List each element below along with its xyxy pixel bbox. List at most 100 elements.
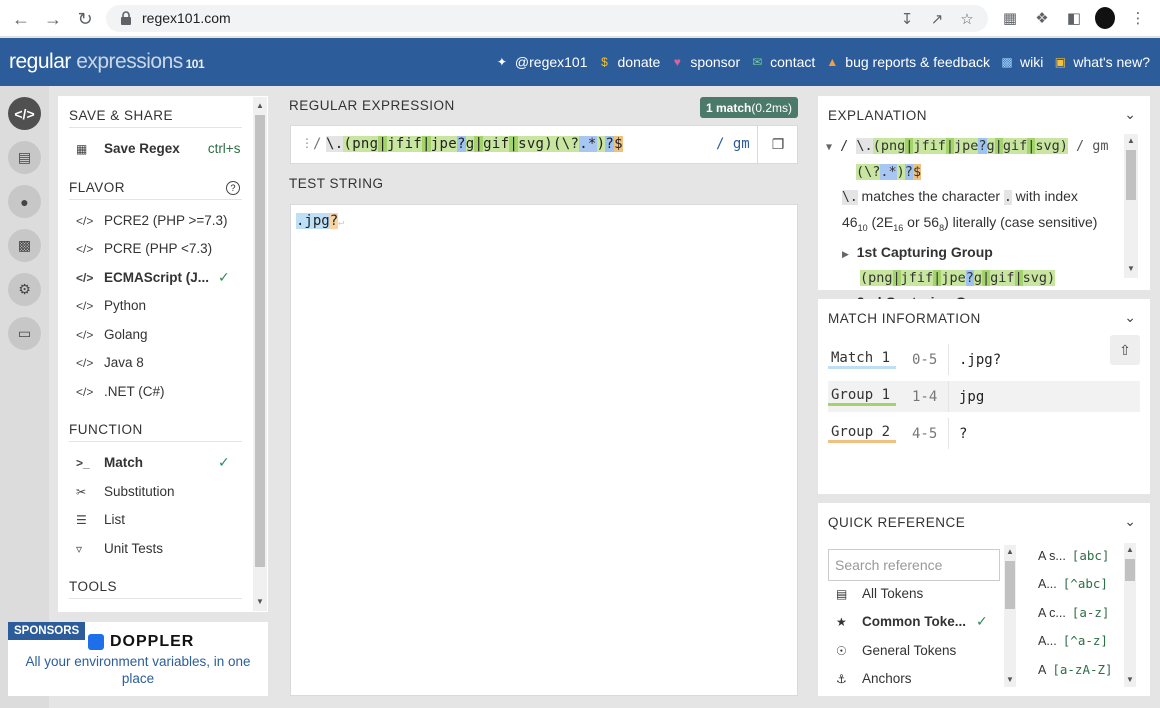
install-icon[interactable]: ↧ [898,10,916,28]
chevron-down-icon[interactable]: ⌄ [1124,309,1136,326]
flavor-pcre[interactable]: </> PCRE (PHP <7.3) [76,241,212,256]
save-share-title: SAVE & SHARE [69,108,174,123]
share-page-icon[interactable]: ↗ [928,10,946,28]
list-icon: ☰ [76,512,87,527]
regex-input[interactable]: ⋮ / \.(png|jfif|jpe?g|gif|svg)(\?.*)?$ /… [290,125,798,164]
explanation-scrollbar[interactable]: ▲ ▼ [1124,134,1138,278]
scroll-up-icon[interactable]: ▲ [1126,545,1134,554]
site-logo[interactable]: regular expressions 101 [9,50,205,74]
categories-scrollbar[interactable]: ▲ ▼ [1004,545,1016,687]
flavor-title: FLAVOR [69,180,126,195]
scroll-down-icon[interactable]: ▼ [1006,675,1014,684]
nav-bug-reports[interactable]: ▲ bug reports & feedback [825,54,990,70]
token-item[interactable]: A... [^a-z] [1038,633,1118,648]
group-row[interactable]: Group 1 1-4 jpg [828,381,1140,412]
sponsor-box[interactable]: SPONSORS DOPPLER All your environment va… [8,622,268,696]
nav-whats-new[interactable]: ▣ what's new? [1053,54,1150,70]
library-icon[interactable]: ▤ [8,141,41,174]
function-match[interactable]: >_ Match [76,455,143,470]
flavor-python[interactable]: </> Python [76,298,146,313]
back-icon[interactable]: ← [8,6,34,32]
extensions-puzzle-icon[interactable]: ❖ [1032,8,1052,28]
url-text: regex101.com [142,10,231,26]
function-unit-tests[interactable]: ▿ Unit Tests [76,541,163,556]
regex-flags[interactable]: / gm [716,136,750,152]
nav-wiki[interactable]: ▩ wiki [1000,54,1043,70]
sponsors-tag: SPONSORS [8,622,86,640]
nav-sponsor[interactable]: ♥ sponsor [670,54,740,70]
copy-icon[interactable]: ❐ [757,126,798,163]
flavor-golang[interactable]: </> Golang [76,327,148,342]
address-bar[interactable]: regex101.com ↧ ↗ ☆ [106,5,988,32]
chevron-down-icon[interactable]: ⌄ [1124,513,1136,530]
regex-delimiter: / [313,136,322,152]
expand-icon[interactable]: ▶ [842,249,849,259]
scroll-thumb[interactable] [1125,559,1135,581]
site-header: regular expressions 101 ✦ @regex101 $ dona… [0,38,1160,86]
scroll-thumb[interactable] [255,115,265,567]
explanation-group1[interactable]: ▶ 1st Capturing Group [826,240,1124,266]
side-scrollbar[interactable]: ▲ ▼ [253,97,267,611]
scroll-up-icon[interactable]: ▲ [1006,547,1014,556]
test-string-input[interactable]: .jpg?↵ [290,204,798,696]
nav-contact[interactable]: ✉ contact [750,54,815,70]
function-title: FUNCTION [69,422,143,437]
drag-handle-icon[interactable]: ⋮ [301,136,313,150]
code-icon: </> [76,384,94,399]
quiz-game-icon[interactable]: ▩ [8,229,41,262]
category-all-tokens[interactable]: ▤ All Tokens [836,586,923,601]
scroll-thumb[interactable] [1005,561,1015,609]
doppler-icon [88,634,104,650]
category-common-tokens[interactable]: ★ Common Toke... [836,614,966,629]
forward-icon[interactable]: → [40,6,66,32]
match-row[interactable]: Match 1 0-5 .jpg? [828,344,1140,375]
sidebar-toggle-icon[interactable]: ◧ [1064,8,1084,28]
scroll-up-icon[interactable]: ▲ [1127,136,1135,145]
flavor-dotnet[interactable]: </> .NET (C#) [76,384,165,399]
nav-twitter[interactable]: ✦ @regex101 [495,54,588,70]
group-row[interactable]: Group 2 4-5 ? [828,418,1140,449]
regex-editor-icon[interactable]: </> [8,97,41,130]
token-item[interactable]: A [a-zA-Z] [1038,662,1118,677]
search-reference-input[interactable]: Search reference [828,549,1000,581]
scroll-thumb[interactable] [1126,150,1136,200]
token-item[interactable]: A s... [abc] [1038,548,1118,563]
help-icon[interactable]: ? [226,181,240,195]
account-icon[interactable]: ● [8,185,41,218]
nav-donate[interactable]: $ donate [598,54,660,70]
header-nav: ✦ @regex101 $ donate ♥ sponsor ✉ contact ▲ bu… [495,54,1150,70]
scroll-down-icon[interactable]: ▼ [256,597,264,606]
chat-icon[interactable]: ▭ [8,317,41,350]
flavor-java[interactable]: </> Java 8 [76,355,144,370]
profile-avatar[interactable] [1095,7,1115,29]
scroll-down-icon[interactable]: ▼ [1127,264,1135,273]
side-panel: SAVE & SHARE ▦ Save Regex ctrl+s FLAVOR … [58,96,268,612]
save-regex-button[interactable]: ▦ Save Regex ctrl+s [76,141,240,156]
function-substitution[interactable]: ✂ Substitution [76,484,175,499]
category-general-tokens[interactable]: ☉ General Tokens [836,643,956,658]
settings-gear-icon[interactable]: ⚙ [8,273,41,306]
match-badge: 1 match (0.2ms) [700,97,798,118]
token-item[interactable]: A... [^abc] [1038,576,1118,591]
flavor-ecmascript[interactable]: </> ECMAScript (J... [76,270,209,285]
test-string-text: .jpg?↵ [296,213,345,229]
browser-toolbar: ← → ↻ regex101.com ↧ ↗ ☆ ▦ ❖ ◧ ⋮ [0,0,1160,37]
explanation-group1-expr: (png|jfif|jpe?g|gif|svg) [860,269,1056,286]
regex-expression[interactable]: \.(png|jfif|jpe?g|gif|svg)(\?.*)?$ [326,136,623,152]
explanation-regex-cont: (\?.*)?$ [856,164,922,180]
explanation-tree: ▼ / \.(png|jfif|jpe?g|gif|svg) / gm (\?.… [826,134,1124,302]
category-anchors[interactable]: ⚓ Anchors [836,671,912,686]
scroll-down-icon[interactable]: ▼ [1126,675,1134,684]
function-list[interactable]: ☰ List [76,512,125,527]
save-shortcut: ctrl+s [207,141,241,156]
chevron-down-icon[interactable]: ⌄ [1124,106,1136,123]
menu-dots-icon[interactable]: ⋮ [1128,8,1148,28]
reload-icon[interactable]: ↻ [72,6,98,32]
collapse-icon[interactable]: ▼ [826,142,832,153]
bookmark-star-icon[interactable]: ☆ [958,10,976,28]
token-item[interactable]: A c... [a-z] [1038,605,1118,620]
flavor-pcre2[interactable]: </> PCRE2 (PHP >=7.3) [76,213,228,228]
extension-calendar-icon[interactable]: ▦ [1000,8,1020,28]
tokens-scrollbar[interactable]: ▲ ▼ [1124,543,1136,687]
scroll-up-icon[interactable]: ▲ [256,101,264,110]
